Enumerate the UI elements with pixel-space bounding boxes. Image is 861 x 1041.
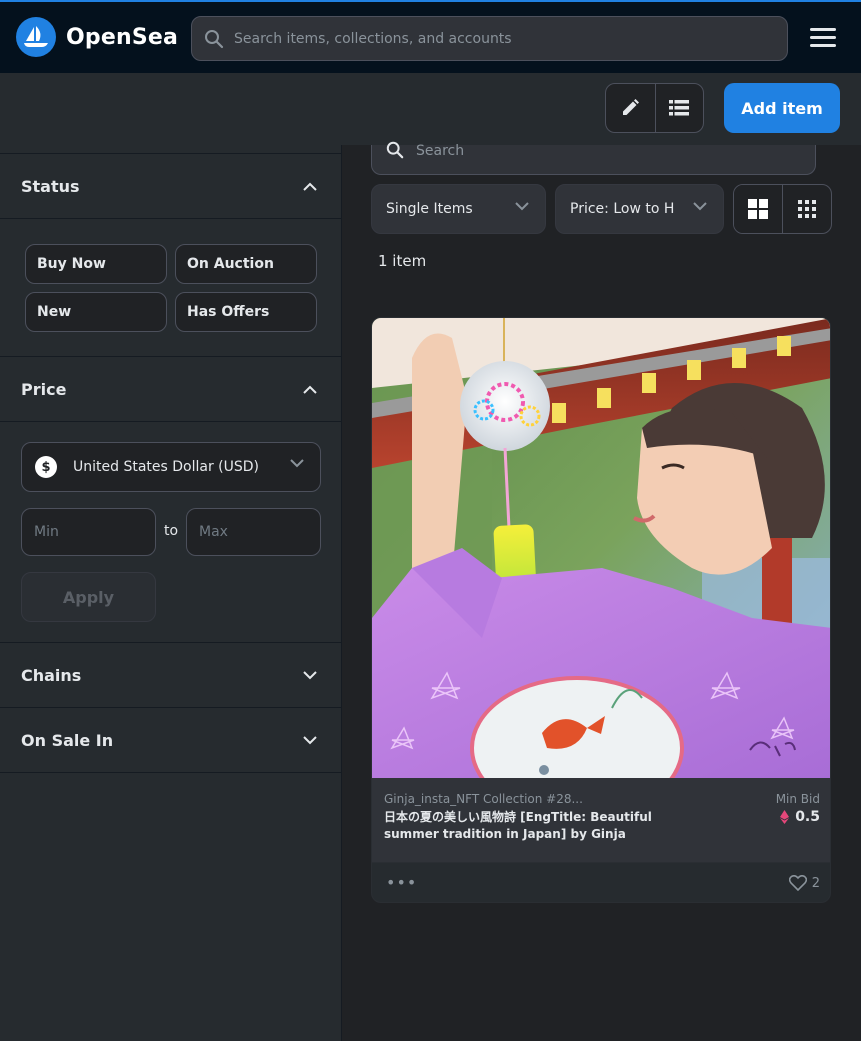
on-sale-in-filter-title: On Sale In (21, 730, 114, 750)
chevron-down-icon (303, 735, 317, 744)
item-type-value: Single Items (386, 201, 473, 217)
opensea-ship-icon (16, 17, 56, 57)
apply-price-button[interactable]: Apply (21, 572, 156, 622)
nft-card-footer: ••• 2 (372, 862, 830, 902)
chevron-down-icon (693, 202, 707, 211)
collection-toolbar: Add item (0, 73, 861, 145)
nft-artwork-image[interactable] (372, 318, 831, 778)
on-sale-in-filter-header[interactable]: On Sale In (0, 707, 341, 773)
status-chip-new[interactable]: New (25, 292, 167, 332)
status-filter-title: Status (21, 176, 80, 196)
brand-name: OpenSea (66, 24, 179, 50)
nft-collection-name[interactable]: Ginja_insta_NFT Collection #28... (384, 792, 583, 806)
nft-card[interactable]: Ginja_insta_NFT Collection #28... 日本の夏の美… (371, 317, 831, 903)
price-max-input[interactable] (186, 508, 321, 556)
sort-select[interactable]: Price: Low to High (555, 184, 724, 234)
search-icon (205, 29, 224, 48)
status-chip-buy-now[interactable]: Buy Now (25, 244, 167, 284)
grid-size-toggle (733, 184, 832, 234)
min-bid-label: Min Bid (775, 792, 820, 806)
nft-card-info: Ginja_insta_NFT Collection #28... 日本の夏の美… (372, 778, 830, 862)
status-chip-on-auction[interactable]: On Auction (175, 244, 317, 284)
price-min-input[interactable] (21, 508, 156, 556)
collection-search-input[interactable] (416, 143, 796, 159)
more-options-icon[interactable]: ••• (386, 873, 417, 892)
dollar-icon: $ (35, 456, 57, 478)
top-navbar: OpenSea (0, 0, 861, 73)
favorite-count: 2 (811, 875, 820, 891)
collection-search-box[interactable] (371, 141, 816, 175)
list-view-button[interactable] (654, 84, 704, 132)
currency-label: United States Dollar (USD) (73, 459, 259, 475)
ethereum-icon (780, 810, 790, 824)
global-search-box[interactable] (191, 16, 788, 61)
price-filter-header[interactable]: Price (0, 356, 341, 422)
large-grid-icon (747, 199, 768, 219)
nft-price: 0.5 (780, 809, 820, 825)
chevron-up-icon (303, 385, 317, 394)
filter-sidebar: Status Buy Now On Auction New Has Offers… (0, 145, 342, 1041)
price-filter-title: Price (21, 379, 67, 399)
opensea-logo[interactable]: OpenSea (16, 17, 178, 57)
nft-price-value: 0.5 (795, 809, 820, 825)
menu-icon[interactable] (810, 28, 836, 48)
status-filter-header[interactable]: Status (0, 153, 341, 219)
chevron-down-icon (290, 459, 304, 468)
sort-value: Price: Low to High (570, 201, 675, 217)
currency-select[interactable]: $ United States Dollar (USD) (21, 442, 321, 492)
price-to-label: to (164, 523, 179, 539)
status-chip-has-offers[interactable]: Has Offers (175, 292, 317, 332)
chevron-down-icon (515, 202, 529, 211)
edit-button[interactable] (606, 84, 655, 132)
chains-filter-title: Chains (21, 665, 82, 685)
search-icon (386, 141, 404, 159)
global-search-input[interactable] (234, 30, 754, 47)
favorite-button[interactable]: 2 (788, 875, 820, 891)
pencil-icon (623, 99, 640, 115)
list-icon (669, 100, 690, 116)
large-grid-button[interactable] (734, 185, 783, 233)
item-type-select[interactable]: Single Items (371, 184, 546, 234)
chains-filter-header[interactable]: Chains (0, 642, 341, 708)
heart-icon (788, 875, 807, 891)
add-item-button[interactable]: Add item (724, 83, 840, 133)
chevron-down-icon (303, 670, 317, 679)
small-grid-button[interactable] (783, 185, 832, 233)
chevron-up-icon (303, 182, 317, 191)
item-count: 1 item (378, 252, 427, 270)
edit-tools-group (605, 83, 704, 133)
small-grid-icon (797, 200, 816, 218)
nft-item-name[interactable]: 日本の夏の美しい風物詩 [EngTitle: Beautiful summer … (384, 809, 684, 843)
